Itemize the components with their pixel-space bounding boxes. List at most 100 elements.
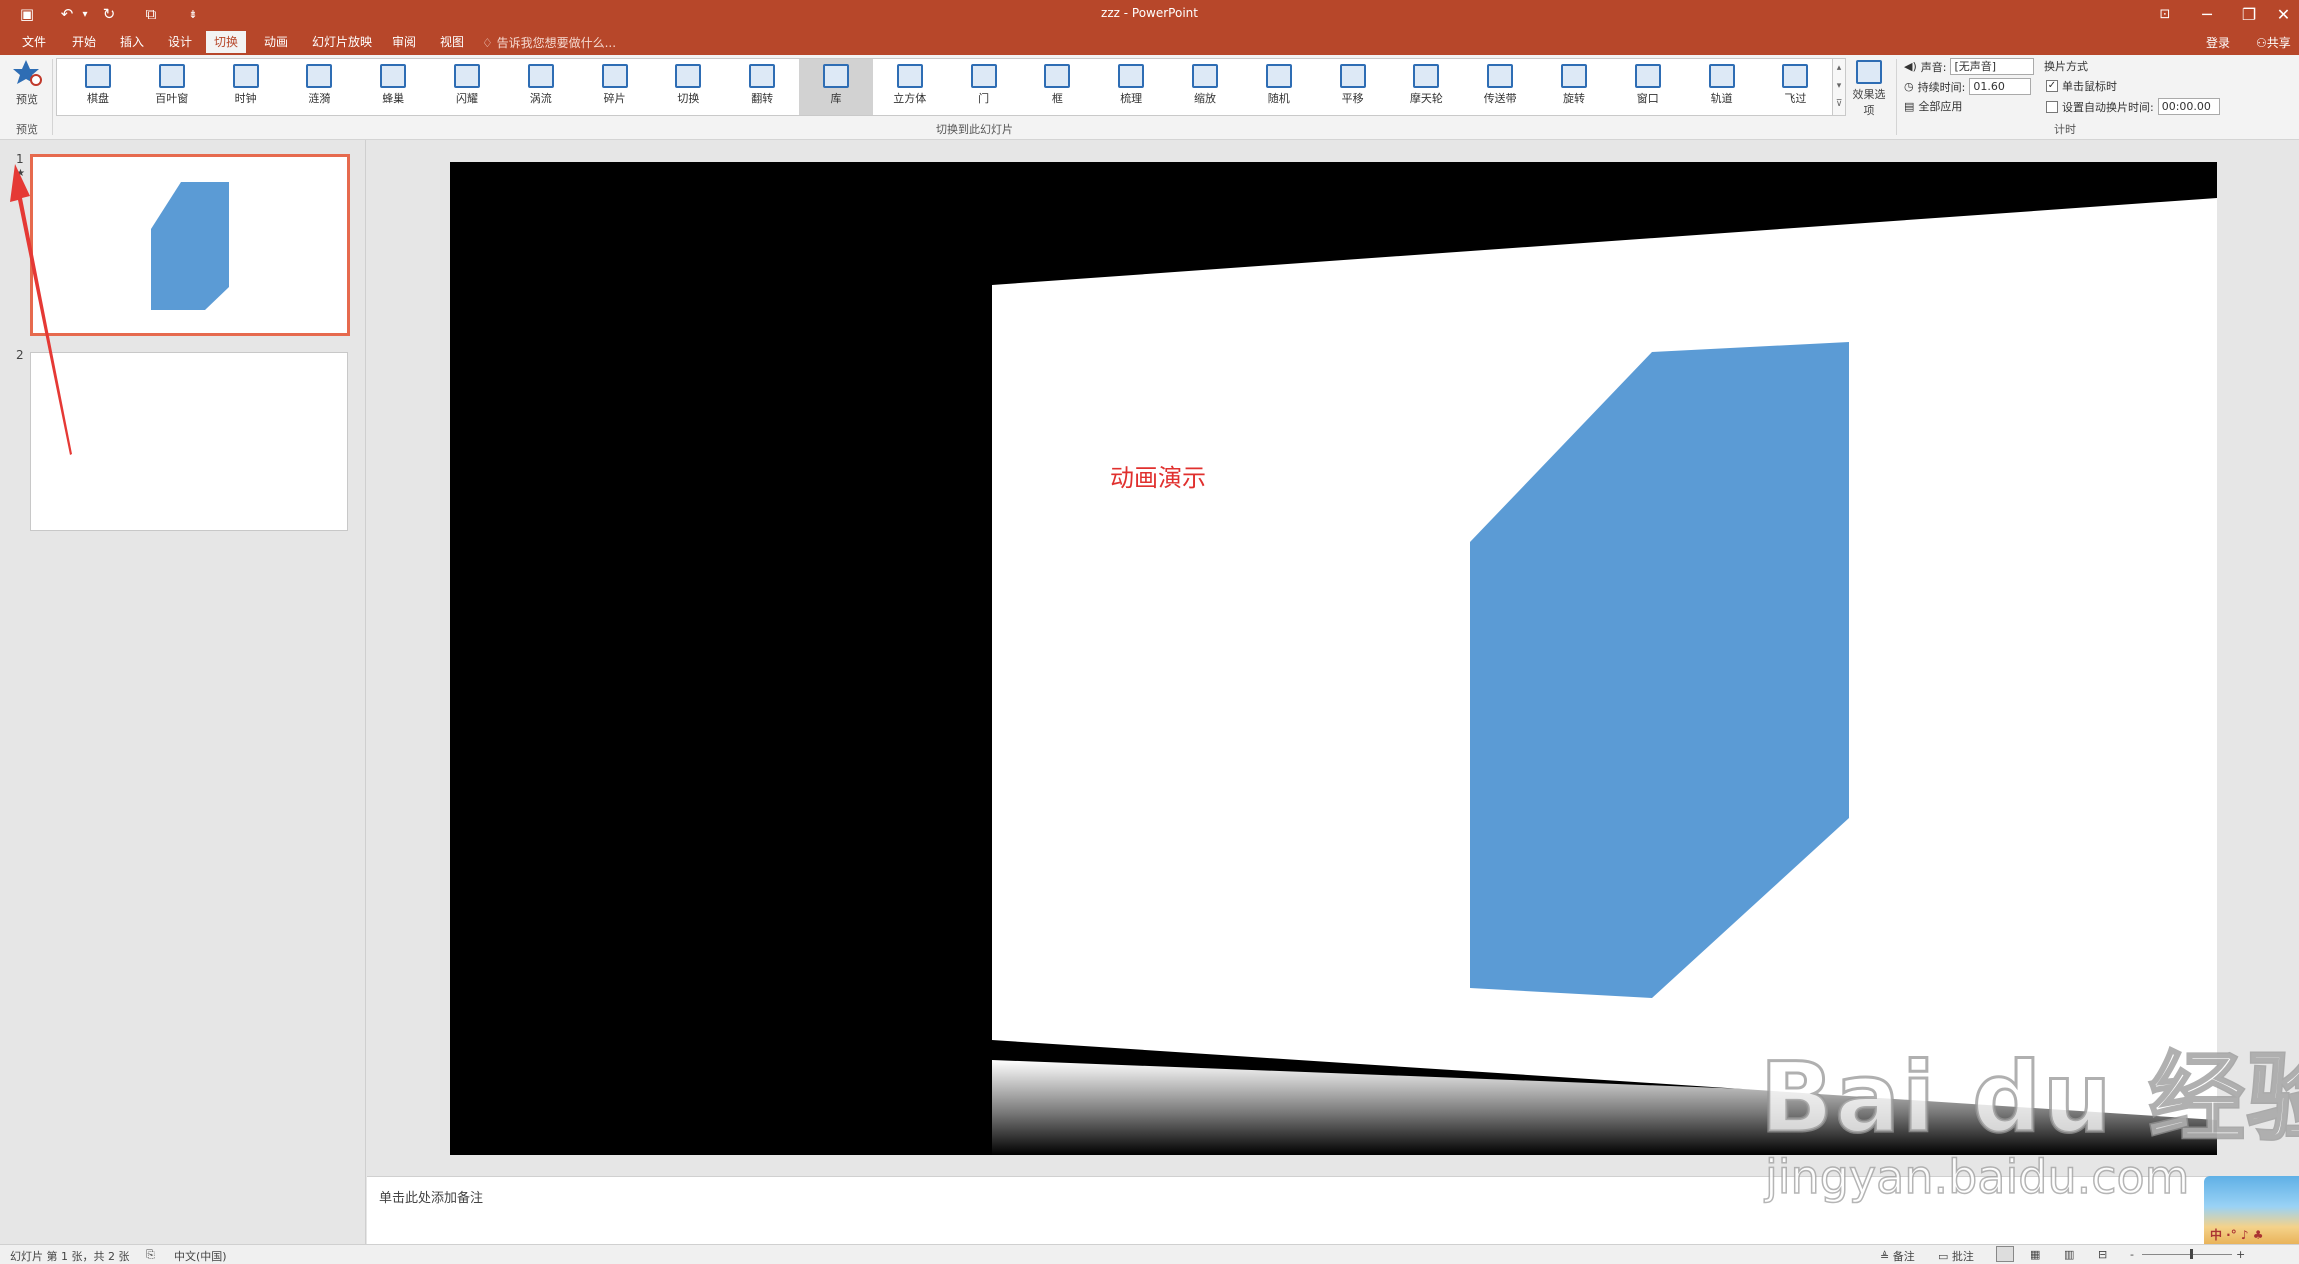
transition-item[interactable]: 涡流 [504, 59, 578, 115]
transition-label: 梳理 [1120, 92, 1143, 105]
notes-placeholder: 单击此处添加备注 [379, 1191, 484, 1206]
tab-file[interactable]: 文件 [14, 31, 54, 53]
transition-item[interactable]: 框 [1020, 59, 1094, 115]
transition-item[interactable]: 蜂巢 [356, 59, 430, 115]
normal-view-icon[interactable] [1996, 1246, 2014, 1262]
tab-design[interactable]: 设计 [160, 31, 200, 53]
transition-item[interactable]: 库 [799, 59, 873, 115]
transition-icon [232, 64, 259, 88]
share-label: 共享 [2266, 36, 2291, 50]
transition-icon [1044, 64, 1071, 88]
slide-title-text[interactable]: 动画演示 [1110, 464, 1206, 492]
transition-label: 闪耀 [456, 92, 478, 105]
share-button[interactable]: ⚇共享 [2256, 34, 2291, 51]
zoom-out-button[interactable]: - [2130, 1248, 2134, 1261]
transition-gallery: 棋盘 百叶窗 时钟 涟漪 蜂巢 闪耀 涡流 碎片 切换 翻转 库 立方体 门 框 梳理 缩放 随机 平移 摩天轮 传送… [56, 58, 1836, 116]
transition-icon [1339, 64, 1366, 88]
transition-item[interactable]: 飞过 [1758, 59, 1832, 115]
transition-label: 库 [830, 92, 842, 105]
transition-item[interactable]: 碎片 [578, 59, 652, 115]
transition-item[interactable]: 闪耀 [430, 59, 504, 115]
transition-item[interactable]: 门 [947, 59, 1021, 115]
notes-label: 备注 [1892, 1250, 1915, 1263]
transition-item[interactable]: 窗口 [1611, 59, 1685, 115]
preview-button[interactable]: 预览 [6, 58, 48, 118]
tab-insert[interactable]: 插入 [112, 31, 152, 53]
transition-item[interactable]: 涟漪 [282, 59, 356, 115]
reading-view-icon[interactable]: ▥ [2064, 1248, 2074, 1261]
transition-item[interactable]: 翻转 [725, 59, 799, 115]
gallery-up-icon[interactable]: ▴ [1833, 59, 1845, 77]
transition-item[interactable]: 旋转 [1537, 59, 1611, 115]
transition-icon [749, 64, 776, 88]
duration-stepper[interactable]: 01.60 [1969, 78, 2032, 95]
slide-sorter-icon[interactable]: ▦ [2030, 1248, 2040, 1261]
transition-item[interactable]: 时钟 [209, 59, 283, 115]
zoom-slider[interactable] [2142, 1254, 2232, 1255]
tell-me-text: 告诉我您想要做什么... [496, 36, 617, 50]
tab-view[interactable]: 视图 [432, 31, 472, 53]
gallery-down-icon[interactable]: ▾ [1833, 77, 1845, 95]
zoom-slider-thumb[interactable] [2190, 1249, 2193, 1259]
clock-icon: ◷ [1904, 80, 1914, 93]
transition-item[interactable]: 立方体 [873, 59, 947, 115]
tab-animations[interactable]: 动画 [256, 31, 296, 53]
transition-icon [454, 64, 480, 88]
comment-icon: ▭ [1938, 1250, 1952, 1263]
tab-slideshow[interactable]: 幻灯片放映 [304, 31, 380, 53]
comments-label: 批注 [1951, 1250, 1974, 1263]
sound-row: ◀) 声音: [无声音] [1904, 58, 2035, 75]
ribbon-display-icon[interactable]: ⊡ [2144, 0, 2186, 28]
tab-review[interactable]: 审阅 [384, 31, 424, 53]
transition-label: 切换 [677, 92, 700, 105]
effect-options-button[interactable]: 效果选项 [1850, 58, 1888, 118]
close-button[interactable]: ✕ [2268, 0, 2299, 28]
notes-icon: ≜ [1880, 1250, 1893, 1263]
after-checkbox[interactable] [2046, 100, 2058, 113]
lightbulb-icon: ♢ [482, 36, 497, 50]
slideshow-view-icon[interactable]: ⊟ [2098, 1248, 2107, 1261]
transition-item[interactable]: 随机 [1242, 59, 1316, 115]
transition-item[interactable]: 摩天轮 [1389, 59, 1463, 115]
transition-item[interactable]: 切换 [651, 59, 725, 115]
transition-label: 窗口 [1636, 92, 1659, 105]
tab-home[interactable]: 开始 [64, 31, 104, 53]
transition-label: 涡流 [529, 92, 552, 105]
tell-me-search[interactable]: ♢ 告诉我您想要做什么... [482, 34, 616, 51]
transition-item[interactable]: 百叶窗 [135, 59, 209, 115]
tab-transitions[interactable]: 切换 [206, 31, 247, 53]
sound-dropdown[interactable]: [无声音] [1950, 58, 2035, 75]
notes-toggle[interactable]: ≜ 备注 [1880, 1248, 1915, 1264]
window-title: zzz - PowerPoint [1101, 6, 1198, 20]
transition-label: 百叶窗 [155, 92, 189, 105]
spellcheck-icon[interactable]: ⎘ [146, 1248, 155, 1262]
speaker-icon: ◀) [1904, 60, 1917, 73]
corner-text: 中 ·° ♪ ♣ [2210, 1228, 2264, 1242]
minimize-button[interactable]: ─ [2186, 0, 2228, 28]
on-click-checkbox[interactable]: ✓ [2046, 80, 2058, 92]
transitions-group-label: 切换到此幻灯片 [936, 123, 1013, 136]
status-bar: 幻灯片 第 1 张，共 2 张 ⎘ 中文(中国) ≜ 备注 ▭ 批注 ▦ ▥ ⊟… [0, 1244, 2299, 1264]
comments-toggle[interactable]: ▭ 批注 [1938, 1248, 1974, 1264]
title-bar: ▣ ↶ ▾ ↻ ⧉ ⇟ zzz - PowerPoint ⊡ ─ ❐ ✕ [0, 0, 2299, 28]
gallery-more-icon[interactable]: ⊽ [1833, 95, 1845, 113]
transition-item[interactable]: 平移 [1316, 59, 1390, 115]
transition-icon [1413, 64, 1440, 88]
language-indicator[interactable]: 中文(中国) [174, 1248, 227, 1264]
transition-item[interactable]: 棋盘 [61, 59, 135, 115]
zoom-in-button[interactable]: + [2236, 1248, 2245, 1261]
after-time-stepper[interactable]: 00:00.00 [2157, 98, 2220, 115]
transition-item[interactable]: 梳理 [1094, 59, 1168, 115]
apply-all-button[interactable]: ▤ 全部应用 [1904, 98, 1962, 114]
signin-link[interactable]: 登录 [2206, 34, 2230, 51]
transition-item[interactable]: 轨道 [1685, 59, 1759, 115]
preview-group-label: 预览 [16, 123, 38, 136]
gallery-scrollbar[interactable]: ▴ ▾ ⊽ [1832, 58, 1846, 116]
transition-icon [1487, 64, 1514, 88]
transition-icon [527, 64, 554, 88]
transition-item[interactable]: 缩放 [1168, 59, 1242, 115]
transition-item[interactable]: 传送带 [1463, 59, 1537, 115]
slide-thumbnails-pane: 1 ★ 2 [0, 140, 366, 1244]
restore-button[interactable]: ❐ [2228, 0, 2270, 28]
preview-label: 预览 [16, 93, 38, 106]
